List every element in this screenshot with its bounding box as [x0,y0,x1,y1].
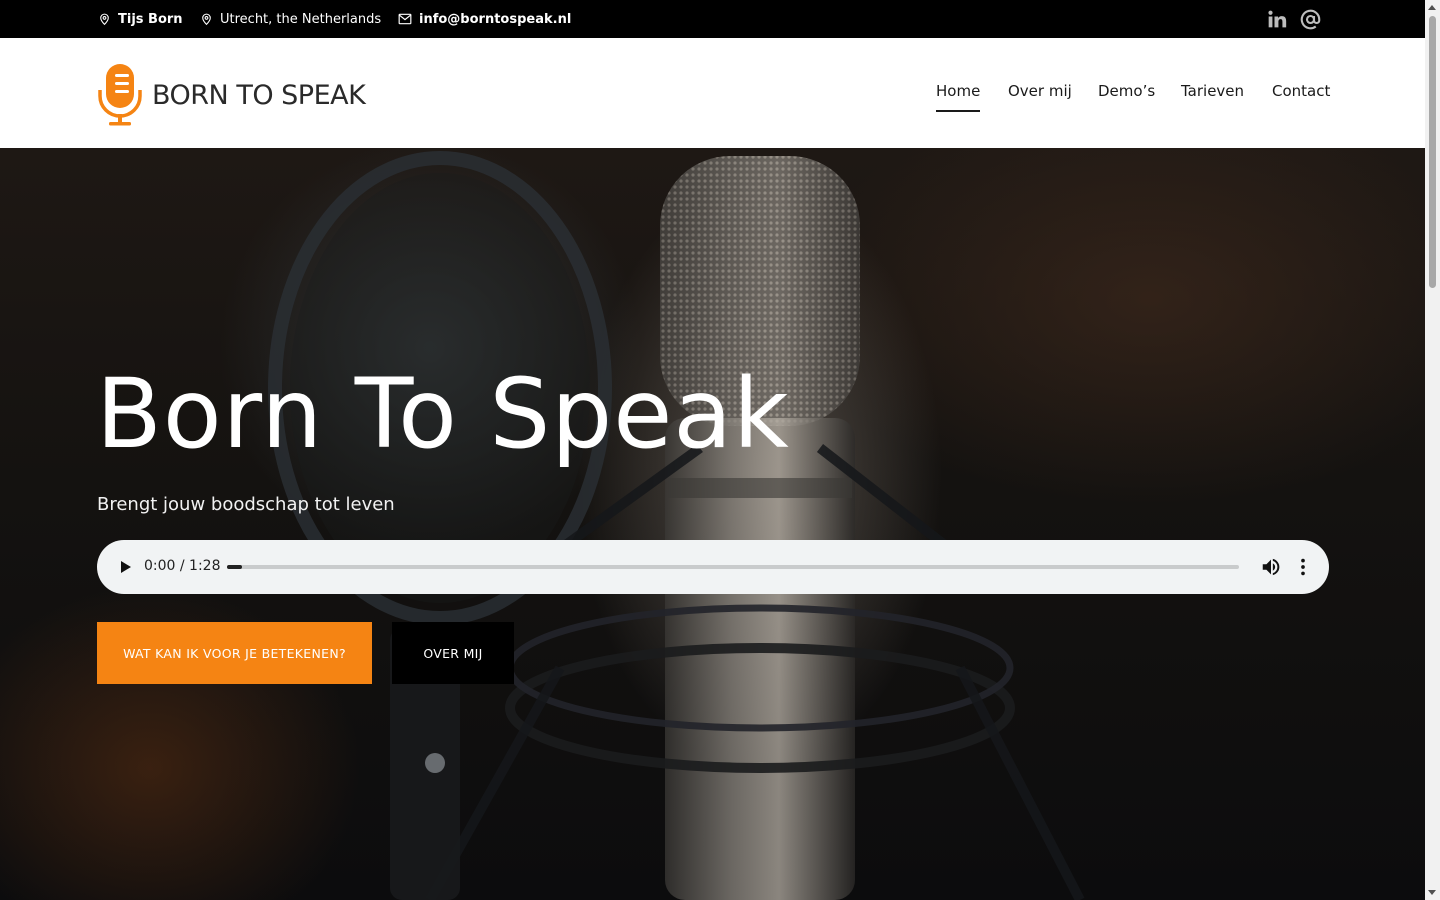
audio-progress-fill [227,565,243,569]
at-sign-icon[interactable] [1299,8,1321,30]
nav-over-mij[interactable]: Over mij [1008,82,1072,100]
logo-text: BORN TO SPEAK [152,79,366,111]
more-options-icon[interactable] [1292,556,1314,578]
nav-contact[interactable]: Contact [1272,82,1330,100]
contact-location-text: Utrecht, the Netherlands [220,11,382,27]
top-info-bar: Tijs Born Utrecht, the Netherlands info@… [0,0,1425,38]
audio-time: 0:00 / 1:28 [144,558,221,574]
scroll-up-icon[interactable] [1428,5,1436,10]
map-pin-icon [202,13,211,26]
linkedin-icon[interactable] [1266,8,1288,30]
hero-section: Born To Speak Brengt jouw boodschap tot … [0,148,1425,900]
site-logo[interactable]: BORN TO SPEAK [96,62,366,128]
hero-title: Born To Speak [96,358,790,470]
volume-icon[interactable] [1260,556,1282,578]
contact-name-text: Tijs Born [118,11,183,27]
page-scrollbar[interactable] [1425,0,1440,900]
scrollbar-thumb[interactable] [1429,16,1436,288]
play-icon[interactable] [115,557,135,577]
about-me-button[interactable]: OVER MIJ [392,622,514,684]
contact-email-text[interactable]: info@borntospeak.nl [419,12,571,27]
contact-email[interactable]: info@borntospeak.nl [398,0,571,38]
nav-demos[interactable]: Demo’s [1098,82,1155,100]
microphone-background-image [268,151,1085,900]
contact-location: Utrecht, the Netherlands [200,0,381,38]
mail-icon [398,13,412,25]
services-button[interactable]: WAT KAN IK VOOR JE BETEKENEN? [97,622,372,684]
contact-name: Tijs Born [98,0,183,38]
map-pin-icon [100,13,109,26]
nav-tarieven[interactable]: Tarieven [1181,82,1244,100]
site-header: BORN TO SPEAK Home Over mij Demo’s Tarie… [0,38,1425,148]
hero-subtitle: Brengt jouw boodschap tot leven [97,494,395,515]
audio-progress-bar[interactable] [227,565,1239,569]
microphone-logo-icon [98,64,142,126]
scroll-down-icon[interactable] [1428,890,1436,895]
nav-home[interactable]: Home [936,82,981,112]
audio-player[interactable]: 0:00 / 1:28 [97,540,1329,594]
